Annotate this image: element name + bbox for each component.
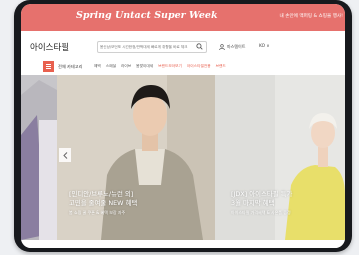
banner-next-title-2: 3월 마지막 혜택 xyxy=(231,199,275,207)
banner-next-slide[interactable]: [JDX] 아이스타필 특가 3월 마지막 혜택 아이스타필 가격혜택 & 사은… xyxy=(215,75,345,240)
page-bottom-strip xyxy=(21,240,345,248)
banner-previous-slide[interactable] xyxy=(21,75,57,240)
user-menu-label: 마스템이트 xyxy=(227,44,246,49)
banner-next-subtitle: 아이스타필 가격혜택 & 사은품 증정 xyxy=(231,210,291,215)
hero-carousel: [인디안/브루노/뉴런 외] 고민을 줄여줄 NEW 혜택 봄 쇼핑 꿀 쿠폰 … xyxy=(21,75,345,240)
promo-bar[interactable]: Spring Untact Super Week 내 손안에 맥퍼팅 & 쇼핑을… xyxy=(21,4,345,31)
promo-title: Spring Untact Super Week xyxy=(76,10,218,21)
search-input[interactable] xyxy=(100,42,190,52)
banner-next-title-1: [JDX] 아이스타필 특가 xyxy=(231,190,293,198)
carousel-prev-button[interactable] xyxy=(59,148,71,162)
nav-item[interactable]: 라이브 xyxy=(121,64,131,69)
chevron-left-icon xyxy=(62,151,67,159)
language-selector[interactable]: KO ∨ xyxy=(259,44,269,49)
nav-items: 혜택 스페셜 라이브 봄맞이대세 브랜드모아보기 아이스타필전용 브랜드 xyxy=(94,64,231,69)
banner-main-text: [인디안/브루노/뉴런 외] 고민을 줄여줄 NEW 혜택 봄 쇼핑 꿀 쿠폰 … xyxy=(69,190,137,216)
promo-right-text: 내 손안에 맥퍼팅 & 쇼핑을 행사! xyxy=(279,14,343,19)
banner-main-subtitle: 봄 쇼핑 꿀 쿠폰 & 혜택 보장 자주 xyxy=(69,210,126,215)
nav-item[interactable]: 혜택 xyxy=(94,64,101,69)
user-menu[interactable]: 마스템이트 xyxy=(219,44,245,50)
banner-next-text: [JDX] 아이스타필 특가 3월 마지막 혜택 아이스타필 가격혜택 & 사은… xyxy=(231,190,292,216)
hamburger-menu-icon[interactable] xyxy=(43,61,54,72)
nav-all-categories[interactable]: 전체 카테고리 xyxy=(58,64,82,70)
nav-item[interactable]: 스페셜 xyxy=(106,64,116,69)
site-header: 아이스타필 마스템이트 KO ∨ xyxy=(21,31,345,59)
banner-main-title-1: [인디안/브루노/뉴런 외] xyxy=(69,190,134,198)
user-icon xyxy=(219,44,225,50)
tablet-screen: Spring Untact Super Week 내 손안에 맥퍼팅 & 쇼핑을… xyxy=(21,4,345,248)
banner-previous-image xyxy=(21,75,57,240)
nav-item[interactable]: 아이스타필전용 xyxy=(187,64,211,69)
banner-main-slide[interactable]: [인디안/브루노/뉴런 외] 고민을 줄여줄 NEW 혜택 봄 쇼핑 꿀 쿠폰 … xyxy=(57,75,215,240)
nav-item[interactable]: 브랜드 xyxy=(216,64,226,69)
main-nav: 전체 카테고리 혜택 스페셜 라이브 봄맞이대세 브랜드모아보기 아이스타필전용… xyxy=(21,59,345,76)
nav-item[interactable]: 브랜드모아보기 xyxy=(158,64,182,69)
search-icon[interactable] xyxy=(196,43,203,50)
nav-item[interactable]: 봄맞이대세 xyxy=(136,64,153,69)
banner-main-title-2: 고민을 줄여줄 NEW 혜택 xyxy=(69,199,138,207)
tablet-device-frame: Spring Untact Super Week 내 손안에 맥퍼팅 & 쇼핑을… xyxy=(14,0,352,252)
search-box[interactable] xyxy=(97,41,207,53)
site-logo[interactable]: 아이스타필 xyxy=(30,41,69,53)
